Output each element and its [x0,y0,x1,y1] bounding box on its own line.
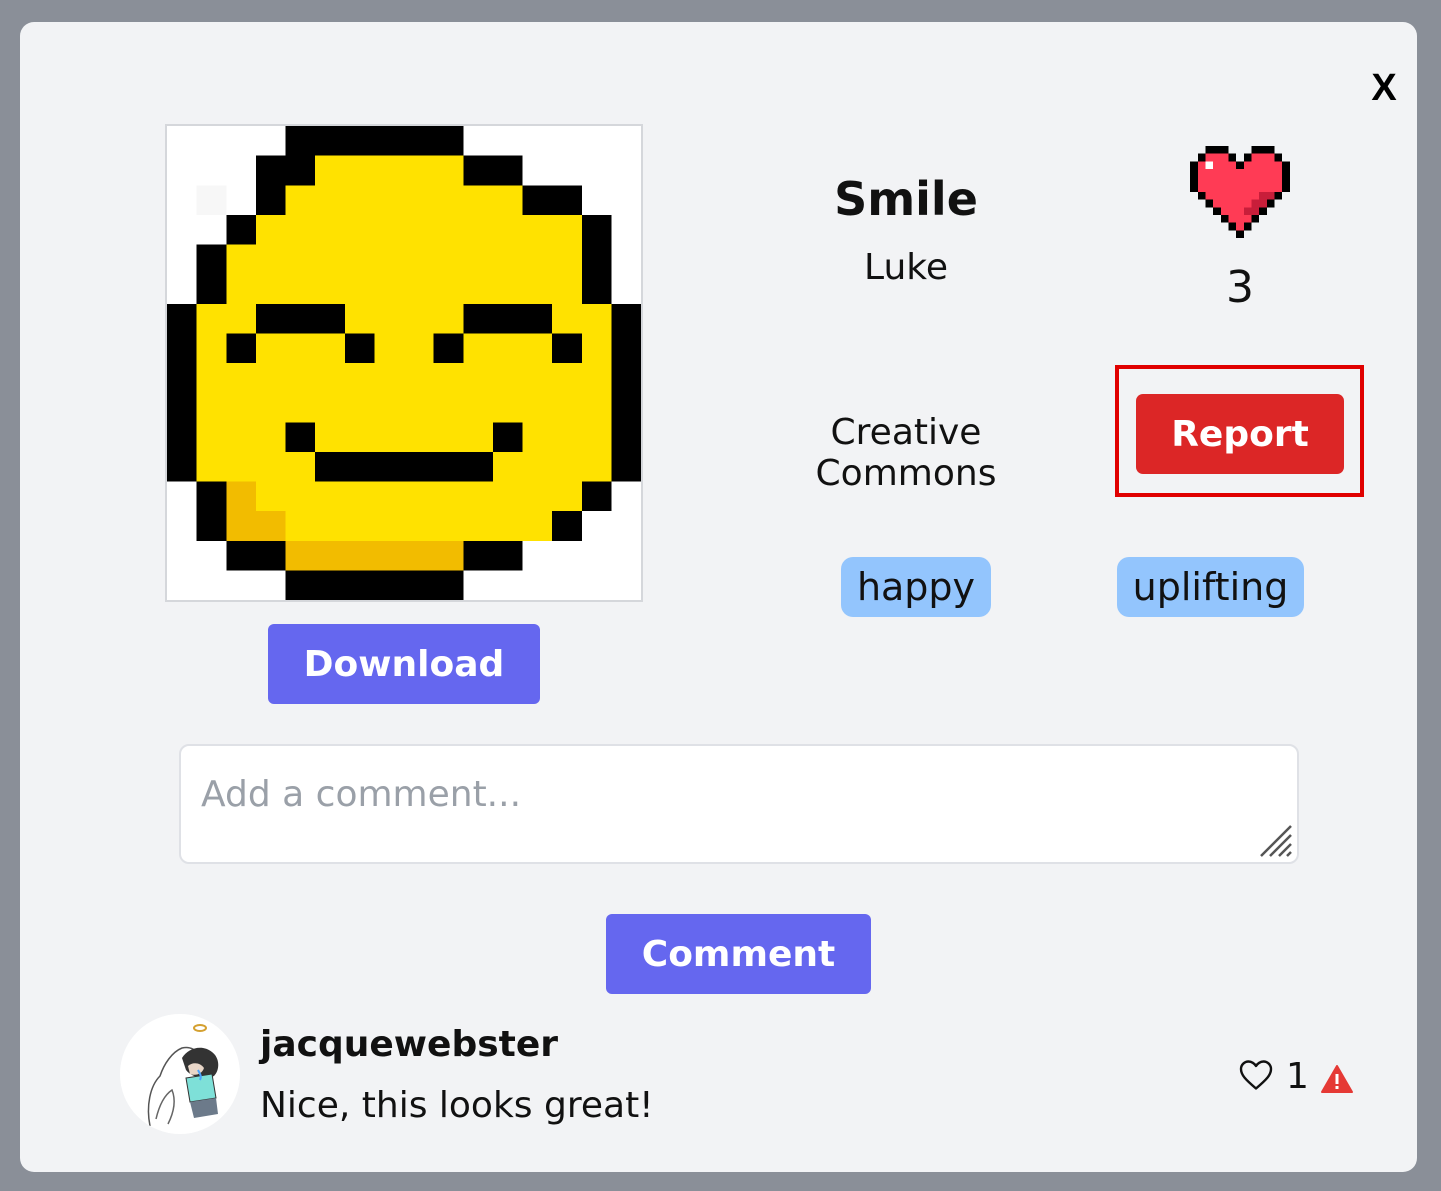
artwork-image [165,124,643,602]
tag-uplifting[interactable]: uplifting [1117,557,1304,617]
comment-input-wrapper [179,744,1299,864]
close-button[interactable]: X [1358,62,1410,114]
resize-handle-icon[interactable] [1257,822,1293,858]
avatar[interactable] [120,1014,240,1134]
tag-happy[interactable]: happy [841,557,991,617]
user-avatar-icon [120,1014,240,1134]
smiley-face-icon [167,126,641,600]
artwork-author[interactable]: Luke [806,247,1006,288]
comment-like-count: 1 [1286,1056,1309,1097]
comment-button[interactable]: Comment [606,914,871,994]
artwork-title: Smile [834,172,978,226]
comment-heart-icon[interactable] [1238,1058,1274,1092]
artwork-modal: X Download Smile Luke 3 Creative Commons… [20,22,1417,1172]
heart-icon[interactable] [1190,146,1290,238]
comment-text: Nice, this looks great! [260,1085,654,1126]
comment-username[interactable]: jacquewebster [260,1024,558,1065]
report-warning-icon[interactable] [1320,1064,1354,1094]
license-label: Creative Commons [815,412,997,494]
report-button[interactable]: Report [1136,394,1344,474]
download-button[interactable]: Download [268,624,540,704]
like-count: 3 [1226,262,1254,313]
comment-input[interactable] [181,746,1297,862]
